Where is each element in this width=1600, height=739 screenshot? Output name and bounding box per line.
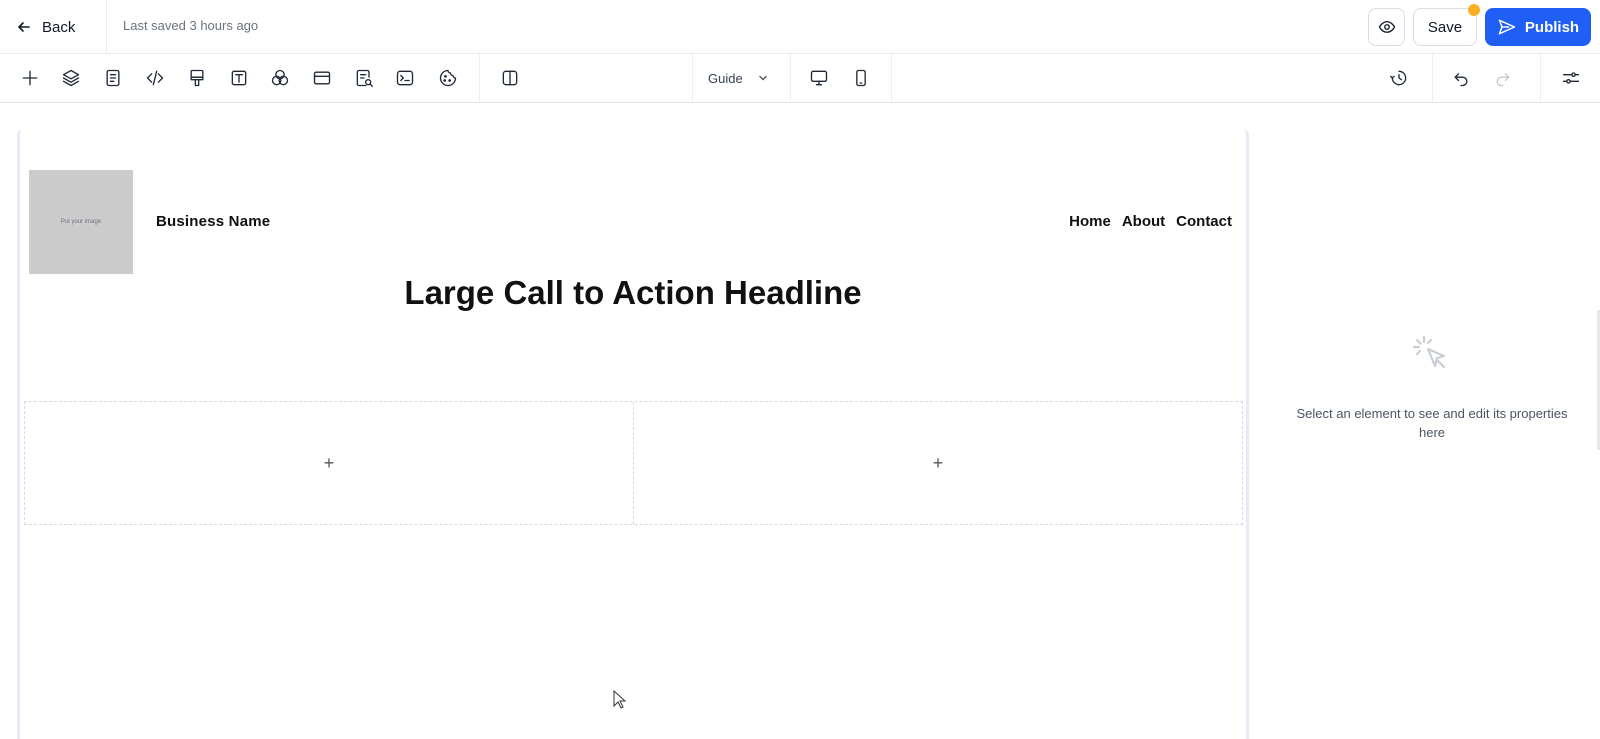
back-button[interactable]: Back: [16, 14, 75, 40]
layers-icon[interactable]: [57, 64, 85, 92]
site-nav: Home About Contact: [1069, 213, 1232, 230]
nav-item-contact[interactable]: Contact: [1176, 213, 1232, 230]
desktop-icon[interactable]: [805, 64, 833, 92]
text-icon[interactable]: [225, 64, 253, 92]
properties-empty-state: Select an element to see and edit its pr…: [1250, 333, 1600, 442]
toolbar-divider: [790, 54, 791, 103]
unsaved-changes-dot: [1468, 4, 1480, 16]
top-bar: Back Last saved 3 hours ago Save Publish: [0, 0, 1600, 54]
toolbar-divider: [692, 54, 693, 103]
logo-placeholder[interactable]: Put your image: [29, 170, 133, 274]
toolbar-divider: [1540, 54, 1541, 103]
toolbar-divider: [479, 54, 480, 103]
seo-icon[interactable]: [350, 64, 378, 92]
paint-roller-icon[interactable]: [183, 64, 211, 92]
properties-empty-message: Select an element to see and edit its pr…: [1296, 406, 1568, 440]
pages-icon[interactable]: [99, 64, 127, 92]
two-column-row: + +: [24, 401, 1243, 525]
code-icon[interactable]: [141, 64, 169, 92]
toolbar-divider: [1432, 54, 1433, 103]
arrow-left-icon: [18, 22, 30, 32]
click-pointer-icon: [1412, 335, 1446, 369]
mobile-icon[interactable]: [847, 64, 875, 92]
terminal-icon[interactable]: [391, 64, 419, 92]
cookie-icon[interactable]: [434, 64, 462, 92]
redo-icon[interactable]: [1489, 64, 1517, 92]
guide-dropdown[interactable]: Guide: [708, 66, 769, 90]
back-label: Back: [42, 18, 76, 36]
nav-item-home[interactable]: Home: [1069, 213, 1111, 230]
add-element-right[interactable]: +: [633, 402, 1242, 524]
split-view-icon[interactable]: [496, 64, 524, 92]
section-icon[interactable]: [308, 64, 336, 92]
undo-icon[interactable]: [1447, 64, 1475, 92]
divider: [106, 0, 107, 54]
guide-label: Guide: [708, 70, 743, 86]
last-saved-status: Last saved 3 hours ago: [123, 18, 259, 33]
chevron-down-icon: [759, 75, 767, 81]
mouse-pointer-icon: [613, 690, 627, 709]
publish-button[interactable]: Publish: [1485, 8, 1591, 46]
color-circles-icon[interactable]: [266, 64, 294, 92]
eye-icon: [1378, 21, 1395, 33]
editor-toolbar: Guide: [0, 54, 1600, 103]
settings-sliders-icon[interactable]: [1557, 64, 1585, 92]
send-icon: [1498, 19, 1516, 35]
add-icon[interactable]: [16, 64, 44, 92]
preview-button[interactable]: [1368, 8, 1405, 46]
history-icon[interactable]: [1385, 64, 1413, 92]
publish-label: Publish: [1524, 18, 1580, 36]
business-name[interactable]: Business Name: [156, 213, 270, 230]
add-element-left[interactable]: +: [25, 402, 633, 524]
cta-headline[interactable]: Large Call to Action Headline: [0, 274, 1266, 312]
save-button[interactable]: Save: [1413, 8, 1477, 46]
nav-item-about[interactable]: About: [1122, 213, 1165, 230]
logo-placeholder-text: Put your image: [60, 219, 102, 225]
properties-panel: Select an element to see and edit its pr…: [1250, 103, 1600, 737]
toolbar-divider: [891, 54, 892, 103]
